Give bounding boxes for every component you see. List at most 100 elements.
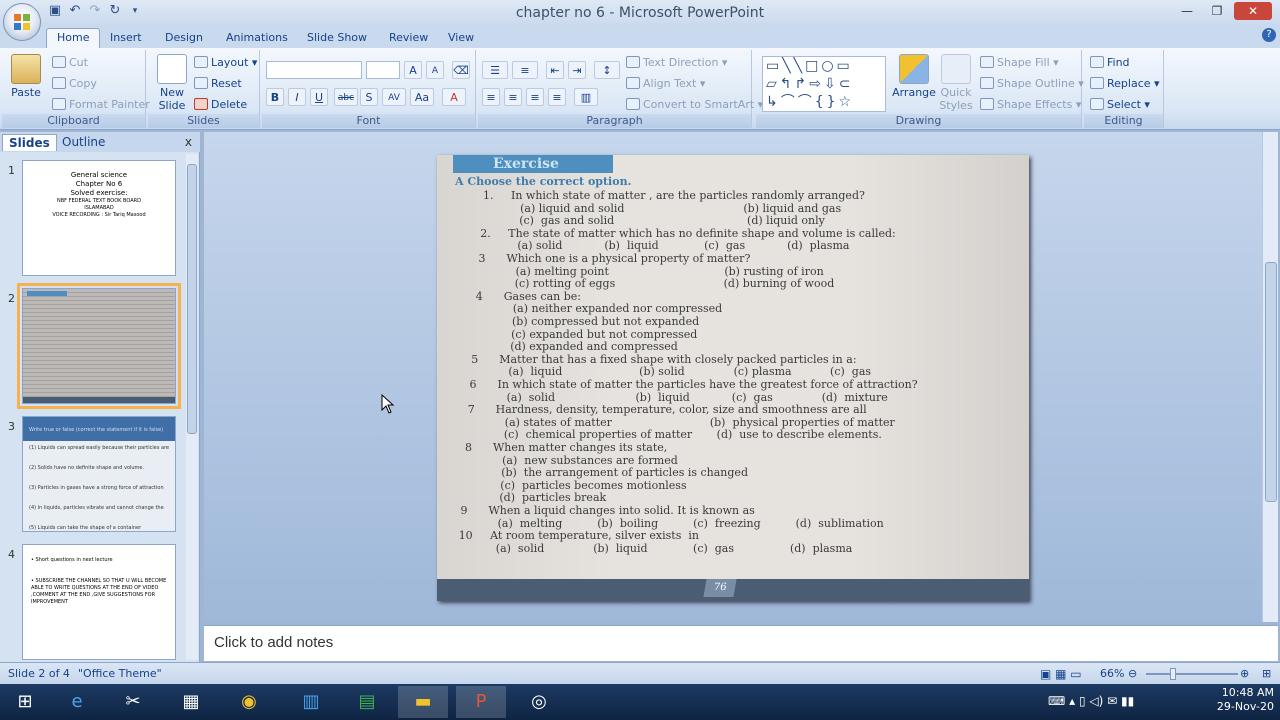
shapes-gallery[interactable]: ▭╲╲□○▭ ▱↰↱⇨⇩⊂ ↳⌒⌒{}☆ <box>762 56 886 112</box>
decrease-indent-icon[interactable]: ⇤ <box>546 61 564 79</box>
new-slide-button[interactable]: New Slide <box>152 54 192 112</box>
calculator-icon[interactable]: ▦ <box>166 686 216 718</box>
smartart-icon <box>626 98 640 110</box>
shape-effects-button[interactable]: Shape Effects ▾ <box>980 98 1081 111</box>
slide-thumbnail-3[interactable]: Write true or false (correct the stateme… <box>22 416 176 532</box>
tab-outline[interactable]: Outline <box>56 134 111 150</box>
view-buttons[interactable]: ▣ ▦ ▭ <box>1040 667 1082 681</box>
fit-to-window-icon[interactable]: ⊞ <box>1262 667 1271 680</box>
powerpoint-icon[interactable]: P <box>456 686 506 718</box>
tab-slide-show[interactable]: Slide Show <box>307 29 367 46</box>
panel-close-icon[interactable]: x <box>185 135 192 149</box>
tab-insert[interactable]: Insert <box>110 29 142 46</box>
notes-placeholder[interactable]: Click to add notes <box>214 634 333 651</box>
grow-font-icon[interactable]: A <box>404 61 422 79</box>
select-button[interactable]: Select ▾ <box>1090 98 1150 111</box>
zoom-level[interactable]: 66% <box>1100 667 1124 680</box>
quick-styles-button[interactable]: Quick Styles <box>936 54 976 112</box>
tray-icons[interactable]: ⌨ ▴ ▯ ◁) ✉ ▮▮ <box>1048 694 1134 708</box>
clock[interactable]: 10:48 AM 29-Nov-20 <box>1217 686 1274 714</box>
line-spacing-icon[interactable]: ↕ <box>594 61 620 79</box>
shrink-font-icon[interactable]: A <box>426 61 444 79</box>
current-slide[interactable]: Exercise A Choose the correct option. 1.… <box>437 155 1029 601</box>
clear-formatting-icon[interactable]: ⌫ <box>452 61 470 79</box>
internet-explorer-icon[interactable]: e <box>52 686 102 718</box>
close-button[interactable]: ✕ <box>1234 2 1272 20</box>
character-spacing-button[interactable]: AV <box>382 88 406 106</box>
strikethrough-button[interactable]: abc <box>334 88 358 106</box>
change-case-button[interactable]: Aa <box>410 88 434 106</box>
scroll-thumb[interactable] <box>187 164 197 434</box>
excel-icon[interactable]: ▤ <box>342 686 392 718</box>
windows-start-icon[interactable]: ⊞ <box>0 686 50 718</box>
align-center-icon[interactable]: ≡ <box>504 88 522 106</box>
slide-number: 4 <box>8 548 15 561</box>
italic-button[interactable]: I <box>288 88 306 106</box>
find-button[interactable]: Find <box>1090 56 1130 69</box>
question-line: 5 Matter that has a fixed shape with clo… <box>471 352 857 366</box>
theme-name: "Office Theme" <box>78 667 162 680</box>
tab-review[interactable]: Review <box>389 29 428 46</box>
paste-button[interactable]: Paste <box>8 54 44 99</box>
underline-button[interactable]: U <box>310 88 328 106</box>
slides-group-label: Slides <box>148 114 259 128</box>
zoom-out-icon[interactable]: ⊖ <box>1128 667 1137 680</box>
reset-icon <box>194 77 208 89</box>
increase-indent-icon[interactable]: ⇥ <box>568 61 586 79</box>
office-button[interactable] <box>3 3 41 41</box>
notes-pane[interactable]: Click to add notes <box>204 625 1278 661</box>
select-label: Select <box>1107 98 1141 111</box>
bullets-icon[interactable]: ☰ <box>482 61 508 79</box>
text-direction-button[interactable]: Text Direction ▾ <box>626 56 727 69</box>
cut-button[interactable]: Cut <box>52 56 88 69</box>
tab-home[interactable]: Home <box>46 28 101 48</box>
numbering-icon[interactable]: ≡ <box>512 61 538 79</box>
zoom-slider-thumb[interactable] <box>1170 668 1176 680</box>
thumb-text: Write true or false (correct the stateme… <box>29 427 164 433</box>
app-icon[interactable]: ▥ <box>286 686 336 718</box>
font-size-input[interactable] <box>366 61 400 79</box>
delete-button[interactable]: Delete <box>194 98 247 111</box>
layout-button[interactable]: Layout ▾ <box>194 56 257 69</box>
align-left-icon[interactable]: ≡ <box>482 88 500 106</box>
tab-design[interactable]: Design <box>165 29 203 46</box>
ribbon-tabs: Home Insert Design Animations Slide Show… <box>0 26 1280 48</box>
justify-icon[interactable]: ≡ <box>548 88 566 106</box>
arrange-button[interactable]: Arrange <box>892 54 936 99</box>
bold-button[interactable]: B <box>266 88 284 106</box>
replace-button[interactable]: Replace ▾ <box>1090 77 1160 90</box>
shadow-button[interactable]: S <box>360 88 378 106</box>
tab-view[interactable]: View <box>448 29 474 46</box>
font-name-input[interactable] <box>266 61 362 79</box>
maximize-button[interactable]: ❐ <box>1204 2 1230 20</box>
thumb-text: General science <box>70 171 128 179</box>
panel-scrollbar[interactable] <box>186 154 198 660</box>
align-right-icon[interactable]: ≡ <box>526 88 544 106</box>
slide-thumbnail-4[interactable]: • Short questions in next lecture • SUBS… <box>22 544 176 660</box>
zoom-in-icon[interactable]: ⊕ <box>1240 667 1249 680</box>
shape-outline-button[interactable]: Shape Outline ▾ <box>980 77 1084 90</box>
paragraph-group-label: Paragraph <box>478 114 751 128</box>
font-color-button[interactable]: A <box>442 88 466 106</box>
columns-icon[interactable]: ▥ <box>574 88 598 106</box>
zoom-slider[interactable] <box>1146 673 1238 675</box>
file-explorer-icon[interactable]: ▬ <box>398 686 448 718</box>
editor-scrollbar[interactable] <box>1262 132 1278 622</box>
shape-fill-button[interactable]: Shape Fill ▾ <box>980 56 1059 69</box>
tab-animations[interactable]: Animations <box>226 29 288 46</box>
format-painter-button[interactable]: Format Painter <box>52 98 150 111</box>
copy-button[interactable]: Copy <box>52 77 97 90</box>
help-icon[interactable]: ? <box>1262 28 1276 42</box>
obs-icon[interactable]: ◎ <box>514 686 564 718</box>
convert-smartart-button[interactable]: Convert to SmartArt ▾ <box>626 98 763 111</box>
tab-slides[interactable]: Slides <box>2 134 57 151</box>
slide-thumbnail-1[interactable]: General science Chapter No 6 Solved exer… <box>22 160 176 276</box>
minimize-button[interactable]: — <box>1174 2 1200 20</box>
slide-thumbnail-2[interactable] <box>17 283 181 409</box>
chrome-icon[interactable]: ◉ <box>224 686 274 718</box>
snipping-tool-icon[interactable]: ✂ <box>108 686 158 718</box>
clock-time: 10:48 AM <box>1221 686 1274 699</box>
reset-button[interactable]: Reset <box>194 77 242 90</box>
scroll-thumb[interactable] <box>1265 262 1277 502</box>
align-text-button[interactable]: Align Text ▾ <box>626 77 705 90</box>
